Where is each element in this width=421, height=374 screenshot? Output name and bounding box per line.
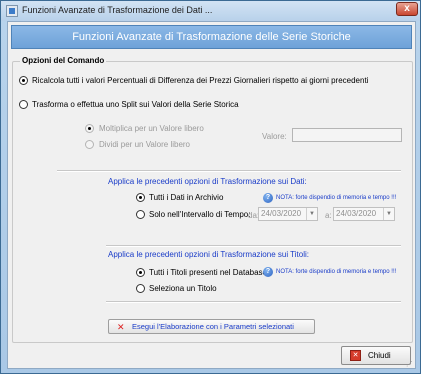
recalc-label[interactable]: Ricalcola tutti i valori Percentuali di … (32, 76, 368, 85)
execute-icon: ✕ (117, 322, 125, 332)
titles-memory-note: NOTA: forte dispendio di memoria e tempo… (276, 269, 397, 275)
transform-label[interactable]: Trasforma o effettua uno Split sui Valor… (32, 100, 239, 109)
multiply-label[interactable]: Moltiplica per un Valore libero (99, 124, 204, 133)
chevron-down-icon[interactable]: ▼ (306, 208, 317, 220)
all-titles-label[interactable]: Tutti i Titoli presenti nel Database (149, 268, 267, 277)
to-date-value: 24/03/2020 (336, 209, 377, 218)
app-icon (6, 5, 18, 17)
group-title: Opzioni del Comando (20, 56, 107, 65)
time-range-label[interactable]: Solo nell'Intervallo di Tempo: (149, 210, 250, 219)
close-button[interactable]: ✕ Chiudi (341, 346, 411, 365)
divider (57, 170, 401, 172)
divider (106, 301, 401, 303)
info-icon: ? (263, 267, 273, 277)
from-date-value: 24/03/2020 (261, 209, 302, 218)
all-data-label[interactable]: Tutti i Dati in Archivio (149, 193, 223, 202)
multiply-radio[interactable] (85, 124, 94, 133)
titles-section-heading: Applica le precedenti opzioni di Trasfor… (108, 250, 309, 259)
window-close-button[interactable]: x (396, 2, 418, 16)
window-title: Funzioni Avanzate di Trasformazione dei … (22, 5, 213, 15)
all-titles-radio[interactable] (136, 268, 145, 277)
all-data-radio[interactable] (136, 193, 145, 202)
divide-label[interactable]: Dividi per un Valore libero (99, 140, 190, 149)
value-label: Valore: (262, 132, 287, 141)
close-icon: ✕ (350, 350, 361, 361)
data-memory-note: NOTA: forte dispendio di memoria e tempo… (276, 195, 397, 201)
divider (106, 245, 401, 247)
divide-radio[interactable] (85, 140, 94, 149)
resize-grip-icon[interactable]: ⋰ (406, 360, 414, 368)
dialog-body: Funzioni Avanzate di Trasformazione dell… (7, 21, 416, 369)
command-options-group: Opzioni del Comando Ricalcola tutti i va… (12, 56, 413, 343)
title-bar[interactable]: Funzioni Avanzate di Trasformazione dei … (1, 1, 420, 21)
to-label: a: (325, 211, 332, 220)
select-title-label[interactable]: Seleziona un Titolo (149, 284, 217, 293)
to-date-picker[interactable]: 24/03/2020 ▼ (333, 207, 395, 221)
recalc-radio[interactable] (19, 76, 28, 85)
page-title: Funzioni Avanzate di Trasformazione dell… (11, 25, 412, 49)
dialog-window: Funzioni Avanzate di Trasformazione dei … (0, 0, 421, 374)
close-label: Chiudi (368, 351, 391, 360)
execute-button[interactable]: ✕ Esegui l'Elaborazione con i Parametri … (108, 319, 315, 334)
time-range-radio[interactable] (136, 210, 145, 219)
select-title-radio[interactable] (136, 284, 145, 293)
transform-radio[interactable] (19, 100, 28, 109)
info-icon: ? (263, 193, 273, 203)
from-date-picker[interactable]: 24/03/2020 ▼ (258, 207, 318, 221)
data-section-heading: Applica le precedenti opzioni di Trasfor… (108, 177, 307, 186)
execute-label: Esegui l'Elaborazione con i Parametri se… (132, 322, 294, 331)
chevron-down-icon[interactable]: ▼ (383, 208, 394, 220)
value-input[interactable] (292, 128, 402, 142)
